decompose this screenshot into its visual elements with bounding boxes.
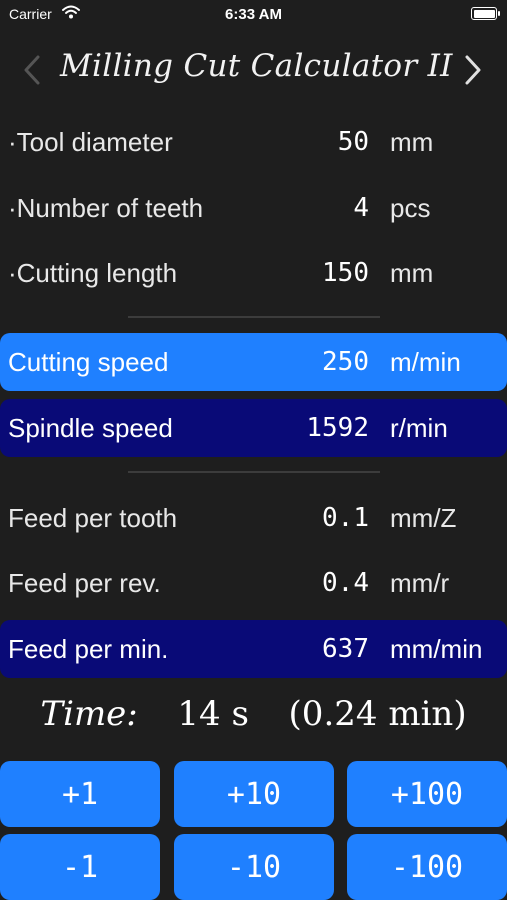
spindle-speed-unit: r/min bbox=[390, 413, 448, 443]
plus-1-button[interactable]: +1 bbox=[0, 761, 160, 827]
nav-bar: Milling Cut Calculator II bbox=[0, 46, 507, 100]
minus-1-button[interactable]: -1 bbox=[0, 834, 160, 900]
cutting-speed-label: Cutting speed bbox=[8, 347, 169, 377]
feed-per-tooth-row[interactable]: Feed per tooth 0.1 mm/Z bbox=[0, 489, 507, 547]
tool-diameter-unit: mm bbox=[390, 127, 434, 157]
next-arrow-icon[interactable] bbox=[459, 52, 487, 88]
teeth-count-label: ·Number of teeth bbox=[8, 193, 204, 223]
tool-diameter-label: ·Tool diameter bbox=[8, 127, 173, 157]
cutting-speed-row[interactable]: Cutting speed 250 m/min bbox=[0, 333, 507, 391]
status-bar: Carrier 6:33 AM bbox=[0, 0, 507, 28]
page-title: Milling Cut Calculator II bbox=[60, 48, 453, 84]
feed-per-tooth-unit: mm/Z bbox=[390, 503, 457, 533]
feed-per-rev-row[interactable]: Feed per rev. 0.4 mm/r bbox=[0, 554, 507, 612]
teeth-count-unit: pcs bbox=[390, 193, 431, 223]
cutting-speed-value[interactable]: 250 bbox=[322, 333, 369, 391]
tool-diameter-row[interactable]: ·Tool diameter 50 mm bbox=[0, 113, 507, 171]
spindle-speed-label: Spindle speed bbox=[8, 413, 173, 443]
feed-per-tooth-value[interactable]: 0.1 bbox=[322, 489, 369, 547]
previous-arrow-icon[interactable] bbox=[18, 52, 46, 88]
cutting-length-row[interactable]: ·Cutting length 150 mm bbox=[0, 244, 507, 302]
machining-time: Time: 14 s (0.24 min) bbox=[0, 694, 507, 734]
cutting-length-value[interactable]: 150 bbox=[322, 244, 369, 302]
feed-per-min-row[interactable]: Feed per min. 637 mm/min bbox=[0, 620, 507, 678]
feed-per-rev-label: Feed per rev. bbox=[8, 568, 161, 598]
teeth-count-row[interactable]: ·Number of teeth 4 pcs bbox=[0, 179, 507, 237]
status-time: 6:33 AM bbox=[225, 6, 282, 23]
feed-per-min-value[interactable]: 637 bbox=[322, 620, 369, 678]
section-divider bbox=[128, 316, 380, 318]
cutting-length-unit: mm bbox=[390, 258, 434, 288]
minus-10-button[interactable]: -10 bbox=[174, 834, 334, 900]
tool-diameter-value[interactable]: 50 bbox=[338, 113, 369, 171]
feed-per-rev-unit: mm/r bbox=[390, 568, 450, 598]
feed-per-tooth-label: Feed per tooth bbox=[8, 503, 178, 533]
cutting-length-label: ·Cutting length bbox=[8, 258, 178, 288]
minus-100-button[interactable]: -100 bbox=[347, 834, 507, 900]
feed-per-min-label: Feed per min. bbox=[8, 634, 169, 664]
time-label: Time: bbox=[40, 694, 138, 734]
feed-per-min-unit: mm/min bbox=[390, 634, 483, 664]
spindle-speed-row[interactable]: Spindle speed 1592 r/min bbox=[0, 399, 507, 457]
time-minutes: (0.24 min) bbox=[288, 694, 467, 734]
battery-icon bbox=[471, 7, 500, 20]
section-divider bbox=[128, 471, 380, 473]
feed-per-rev-value[interactable]: 0.4 bbox=[322, 554, 369, 612]
plus-100-button[interactable]: +100 bbox=[347, 761, 507, 827]
time-seconds: 14 s bbox=[177, 694, 249, 734]
cutting-speed-unit: m/min bbox=[390, 347, 461, 377]
teeth-count-value[interactable]: 4 bbox=[353, 179, 369, 237]
spindle-speed-value[interactable]: 1592 bbox=[306, 399, 369, 457]
plus-10-button[interactable]: +10 bbox=[174, 761, 334, 827]
